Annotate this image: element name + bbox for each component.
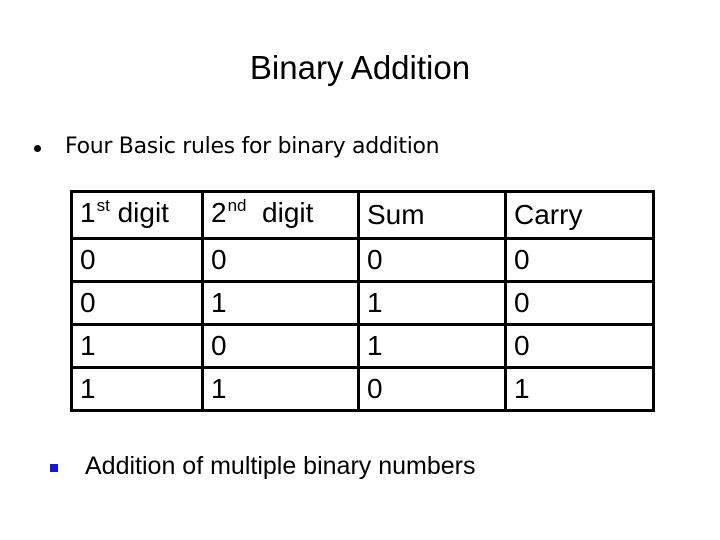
cell-second-digit: 0 <box>201 237 360 283</box>
square-bullet-icon <box>50 464 58 472</box>
header-second-digit: 2nd digit <box>201 190 360 240</box>
header-text: digit <box>109 197 169 228</box>
round-bullet-icon <box>34 144 41 152</box>
header-carry: Carry <box>504 190 655 240</box>
table-header-row: 1st digit 2nd digit Sum Carry <box>70 190 655 240</box>
bullet-text: Addition of multiple binary numbers <box>85 452 476 480</box>
cell-carry: 0 <box>504 237 655 283</box>
bullet-item: Addition of multiple binary numbers <box>50 448 475 484</box>
header-text: digit <box>246 197 314 228</box>
cell-first-digit: 0 <box>70 237 204 283</box>
cell-sum: 0 <box>357 237 507 283</box>
bullet-text: Four Basic rules for binary addition <box>65 134 440 159</box>
header-superscript: nd <box>227 196 247 215</box>
cell-second-digit: 1 <box>201 280 360 326</box>
slide-title: Binary Addition <box>249 49 471 86</box>
header-first-digit: 1st digit <box>70 190 204 240</box>
cell-first-digit: 0 <box>70 280 204 326</box>
table-row: 1 1 0 1 <box>70 366 655 412</box>
table-row: 0 1 1 0 <box>70 280 655 326</box>
cell-carry: 0 <box>504 280 655 326</box>
cell-second-digit: 0 <box>201 323 360 369</box>
cell-first-digit: 1 <box>70 323 204 369</box>
bullet-item: Four Basic rules for binary addition <box>34 130 440 164</box>
table-row: 1 0 1 0 <box>70 323 655 369</box>
cell-carry: 1 <box>504 366 655 412</box>
cell-second-digit: 1 <box>201 366 360 412</box>
cell-sum: 0 <box>357 366 507 412</box>
header-sum: Sum <box>357 190 507 240</box>
table-row: 0 0 0 0 <box>70 237 655 283</box>
cell-carry: 0 <box>504 323 655 369</box>
cell-first-digit: 1 <box>70 366 204 412</box>
header-superscript: st <box>96 196 110 215</box>
header-text: 1 <box>80 197 96 228</box>
cell-sum: 1 <box>357 280 507 326</box>
binary-addition-rules-table: 1st digit 2nd digit Sum Carry 0 0 0 0 0 … <box>70 190 655 412</box>
cell-sum: 1 <box>357 323 507 369</box>
header-text: 2 <box>211 197 227 228</box>
